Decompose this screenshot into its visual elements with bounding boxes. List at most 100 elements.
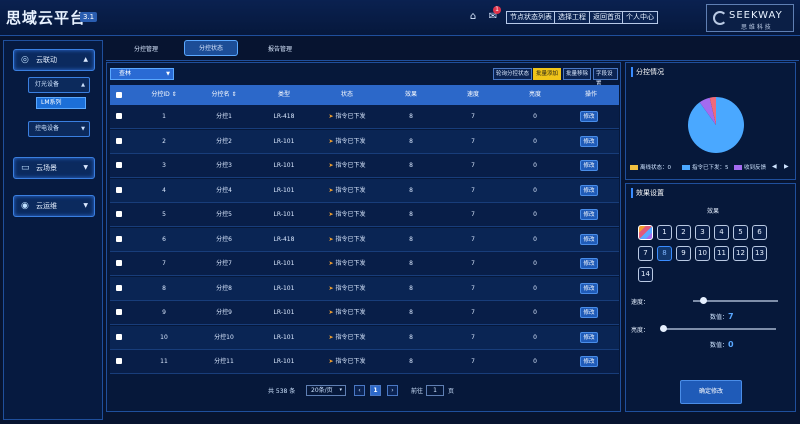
edit-button[interactable]: 修改 <box>580 111 598 122</box>
cell-status: ➤ 指令已下发 <box>314 252 380 276</box>
scene-icon: ▭ <box>21 163 30 173</box>
page-1-button[interactable]: 1 <box>370 385 381 396</box>
edit-button[interactable]: 修改 <box>580 160 598 171</box>
home-icon[interactable]: ⌂ <box>467 11 479 23</box>
cell-brightness: 0 <box>533 284 537 292</box>
cell-name: 分控10 <box>214 333 234 341</box>
row-checkbox[interactable] <box>116 186 122 193</box>
edit-button[interactable]: 修改 <box>580 331 598 343</box>
cell-effect: 8 <box>409 284 413 292</box>
effect-option-9[interactable]: 9 <box>676 246 691 261</box>
back-home-button[interactable]: 返回首页 <box>589 11 625 24</box>
batch-remove-button[interactable]: 批量移除 <box>563 68 592 80</box>
effect-option-2[interactable]: 2 <box>676 225 691 240</box>
goto-page-input[interactable]: 1 <box>426 385 444 396</box>
cell-type: LR-101 <box>273 284 295 292</box>
effect-option-12[interactable]: 12 <box>733 246 748 261</box>
edit-button[interactable]: 修改 <box>580 356 598 367</box>
controller-table: 分控ID ⇕ 分控名 ⇕ 类型 状态 效果 速度 亮度 操作 1 分控1 LR-41… <box>110 85 619 377</box>
edit-button[interactable]: 修改 <box>580 307 598 318</box>
poll-status-button[interactable]: 轮询分控状态 <box>493 68 533 80</box>
cell-id: 2 <box>162 137 166 145</box>
table-row: 3 分控3 LR-101 ➤ 指令已下发 8 7 0 修改 <box>110 154 619 178</box>
cell-id: 8 <box>162 284 166 292</box>
cell-status: ➤ 指令已下发 <box>314 350 380 374</box>
select-project-button[interactable]: 选择工程 <box>554 11 590 24</box>
row-checkbox[interactable] <box>116 358 122 364</box>
column-header-id[interactable]: 分控ID ⇕ <box>134 85 194 105</box>
legend-item-feedback: 收到反馈 <box>734 163 766 171</box>
edit-button[interactable]: 修改 <box>580 209 598 220</box>
edit-button[interactable]: 修改 <box>580 233 598 245</box>
prev-page-button[interactable]: ‹ <box>354 385 365 396</box>
row-checkbox[interactable] <box>116 260 122 266</box>
status-text: 指令已下发 <box>335 113 366 120</box>
effect-option-8[interactable]: 8 <box>657 246 672 261</box>
cell-type: LR-101 <box>273 260 295 267</box>
sidebar-item-lm-series[interactable]: LM系列 <box>36 97 86 109</box>
cell-type: LR-418 <box>273 235 295 243</box>
sidebar-group-cloud-scene[interactable]: ▭ 云场景 ▼ <box>13 157 95 179</box>
effect-option-6[interactable]: 6 <box>752 225 767 240</box>
field-settings-button[interactable]: 字段设置 <box>593 68 618 87</box>
effect-option-3[interactable]: 3 <box>695 225 710 240</box>
edit-button[interactable]: 修改 <box>580 184 598 196</box>
sidebar-sub-lighting[interactable]: 灯光设备 ▲ <box>28 77 90 93</box>
row-checkbox[interactable] <box>116 309 122 315</box>
effect-custom-icon[interactable] <box>638 225 653 240</box>
row-checkbox[interactable] <box>116 333 122 340</box>
select-all-checkbox[interactable] <box>116 92 122 98</box>
edit-button[interactable]: 修改 <box>580 135 598 147</box>
cell-brightness: 0 <box>533 113 537 120</box>
legend-next-icon[interactable]: ▶ <box>784 163 789 170</box>
batch-add-button[interactable]: 批量添加 <box>533 68 562 80</box>
profile-button[interactable]: 个人中心 <box>622 11 658 24</box>
brightness-slider-track[interactable] <box>663 328 776 330</box>
cell-type: LR-101 <box>273 309 295 316</box>
legend-prev-icon[interactable]: ◀ <box>772 163 777 170</box>
table-row: 6 分控6 LR-418 ➤ 指令已下发 8 7 0 修改 <box>110 227 619 252</box>
tab-controller-management[interactable]: 分控管理 <box>122 42 170 58</box>
edit-button[interactable]: 修改 <box>580 258 598 269</box>
table-row: 7 分控7 LR-101 ➤ 指令已下发 8 7 0 修改 <box>110 252 619 276</box>
cell-speed: 7 <box>471 260 475 267</box>
brightness-value: 数值：0 <box>710 340 734 349</box>
sidebar-group-label: 云场景 <box>36 164 57 172</box>
edit-button[interactable]: 修改 <box>580 282 598 294</box>
effect-option-13[interactable]: 13 <box>752 246 767 261</box>
cell-status: ➤ 指令已下发 <box>314 277 380 301</box>
row-checkbox[interactable] <box>116 162 122 168</box>
sidebar-group-cloud-ops[interactable]: ◉ 云运维 ▼ <box>13 195 95 217</box>
row-checkbox[interactable] <box>116 113 122 119</box>
effect-option-4[interactable]: 4 <box>714 225 729 240</box>
next-page-button[interactable]: › <box>387 385 398 396</box>
cell-effect: 8 <box>409 333 413 341</box>
effect-option-11[interactable]: 11 <box>714 246 729 261</box>
cell-brightness: 0 <box>533 358 537 365</box>
effect-option-14[interactable]: 14 <box>638 267 653 282</box>
filter-select[interactable]: 查林 ▼ <box>110 68 174 80</box>
sidebar-group-cloud-linkage[interactable]: ◎ 云联动 ▲ <box>13 49 95 71</box>
sidebar-sub-power[interactable]: 控电设备 ▼ <box>28 121 90 137</box>
effect-option-10[interactable]: 10 <box>695 246 710 261</box>
page-size-select[interactable]: 20条/页 ▾ <box>306 385 346 396</box>
cell-speed: 7 <box>471 235 475 243</box>
cell-effect: 8 <box>409 260 413 267</box>
row-checkbox[interactable] <box>116 137 122 144</box>
row-checkbox[interactable] <box>116 284 122 291</box>
column-header-name[interactable]: 分控名 ⇕ <box>194 85 254 105</box>
effect-option-7[interactable]: 7 <box>638 246 653 261</box>
tab-controller-status[interactable]: 分控状态 <box>184 40 238 56</box>
node-status-button[interactable]: 节点状态列表 <box>506 11 556 24</box>
brightness-slider-handle[interactable] <box>660 325 667 332</box>
confirm-change-button[interactable]: 确定修改 <box>680 380 742 404</box>
effect-option-1[interactable]: 1 <box>657 225 672 240</box>
row-checkbox[interactable] <box>116 211 122 217</box>
row-checkbox[interactable] <box>116 235 122 242</box>
tab-report-management[interactable]: 报告管理 <box>256 42 304 58</box>
cell-id: 5 <box>162 211 166 218</box>
cell-status: ➤ 指令已下发 <box>314 179 380 203</box>
cell-status: ➤ 指令已下发 <box>314 154 380 178</box>
effect-option-5[interactable]: 5 <box>733 225 748 240</box>
cell-effect: 8 <box>409 186 413 194</box>
